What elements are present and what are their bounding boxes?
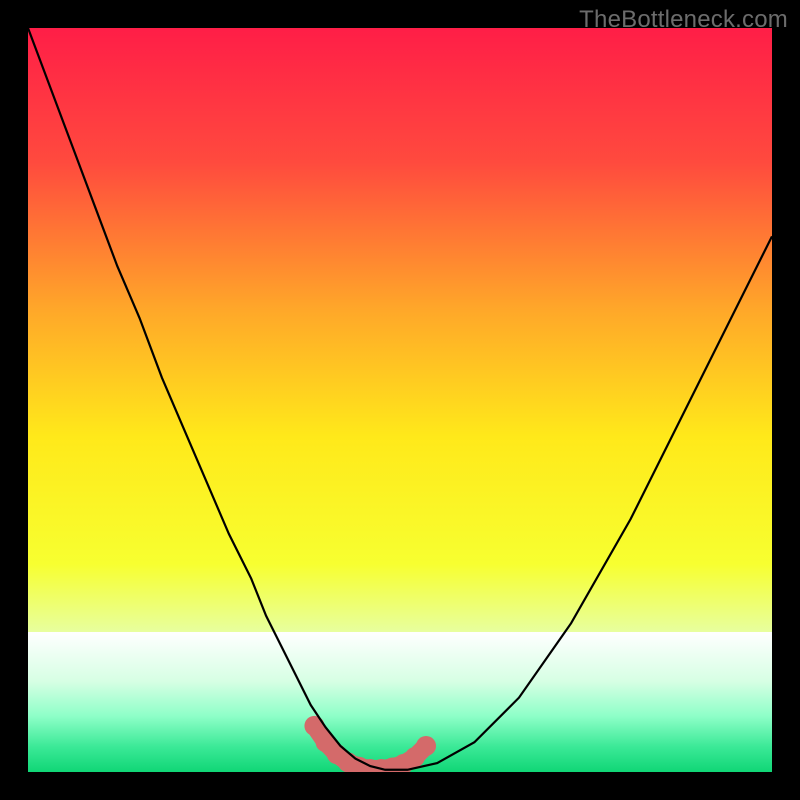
watermark-text: TheBottleneck.com: [579, 6, 788, 34]
chart-frame: TheBottleneck.com: [0, 0, 800, 800]
valley-dot: [416, 736, 436, 756]
valley-dot: [304, 716, 324, 736]
green-band: [28, 632, 772, 772]
plot-area: [28, 28, 772, 772]
chart-svg: [28, 28, 772, 772]
